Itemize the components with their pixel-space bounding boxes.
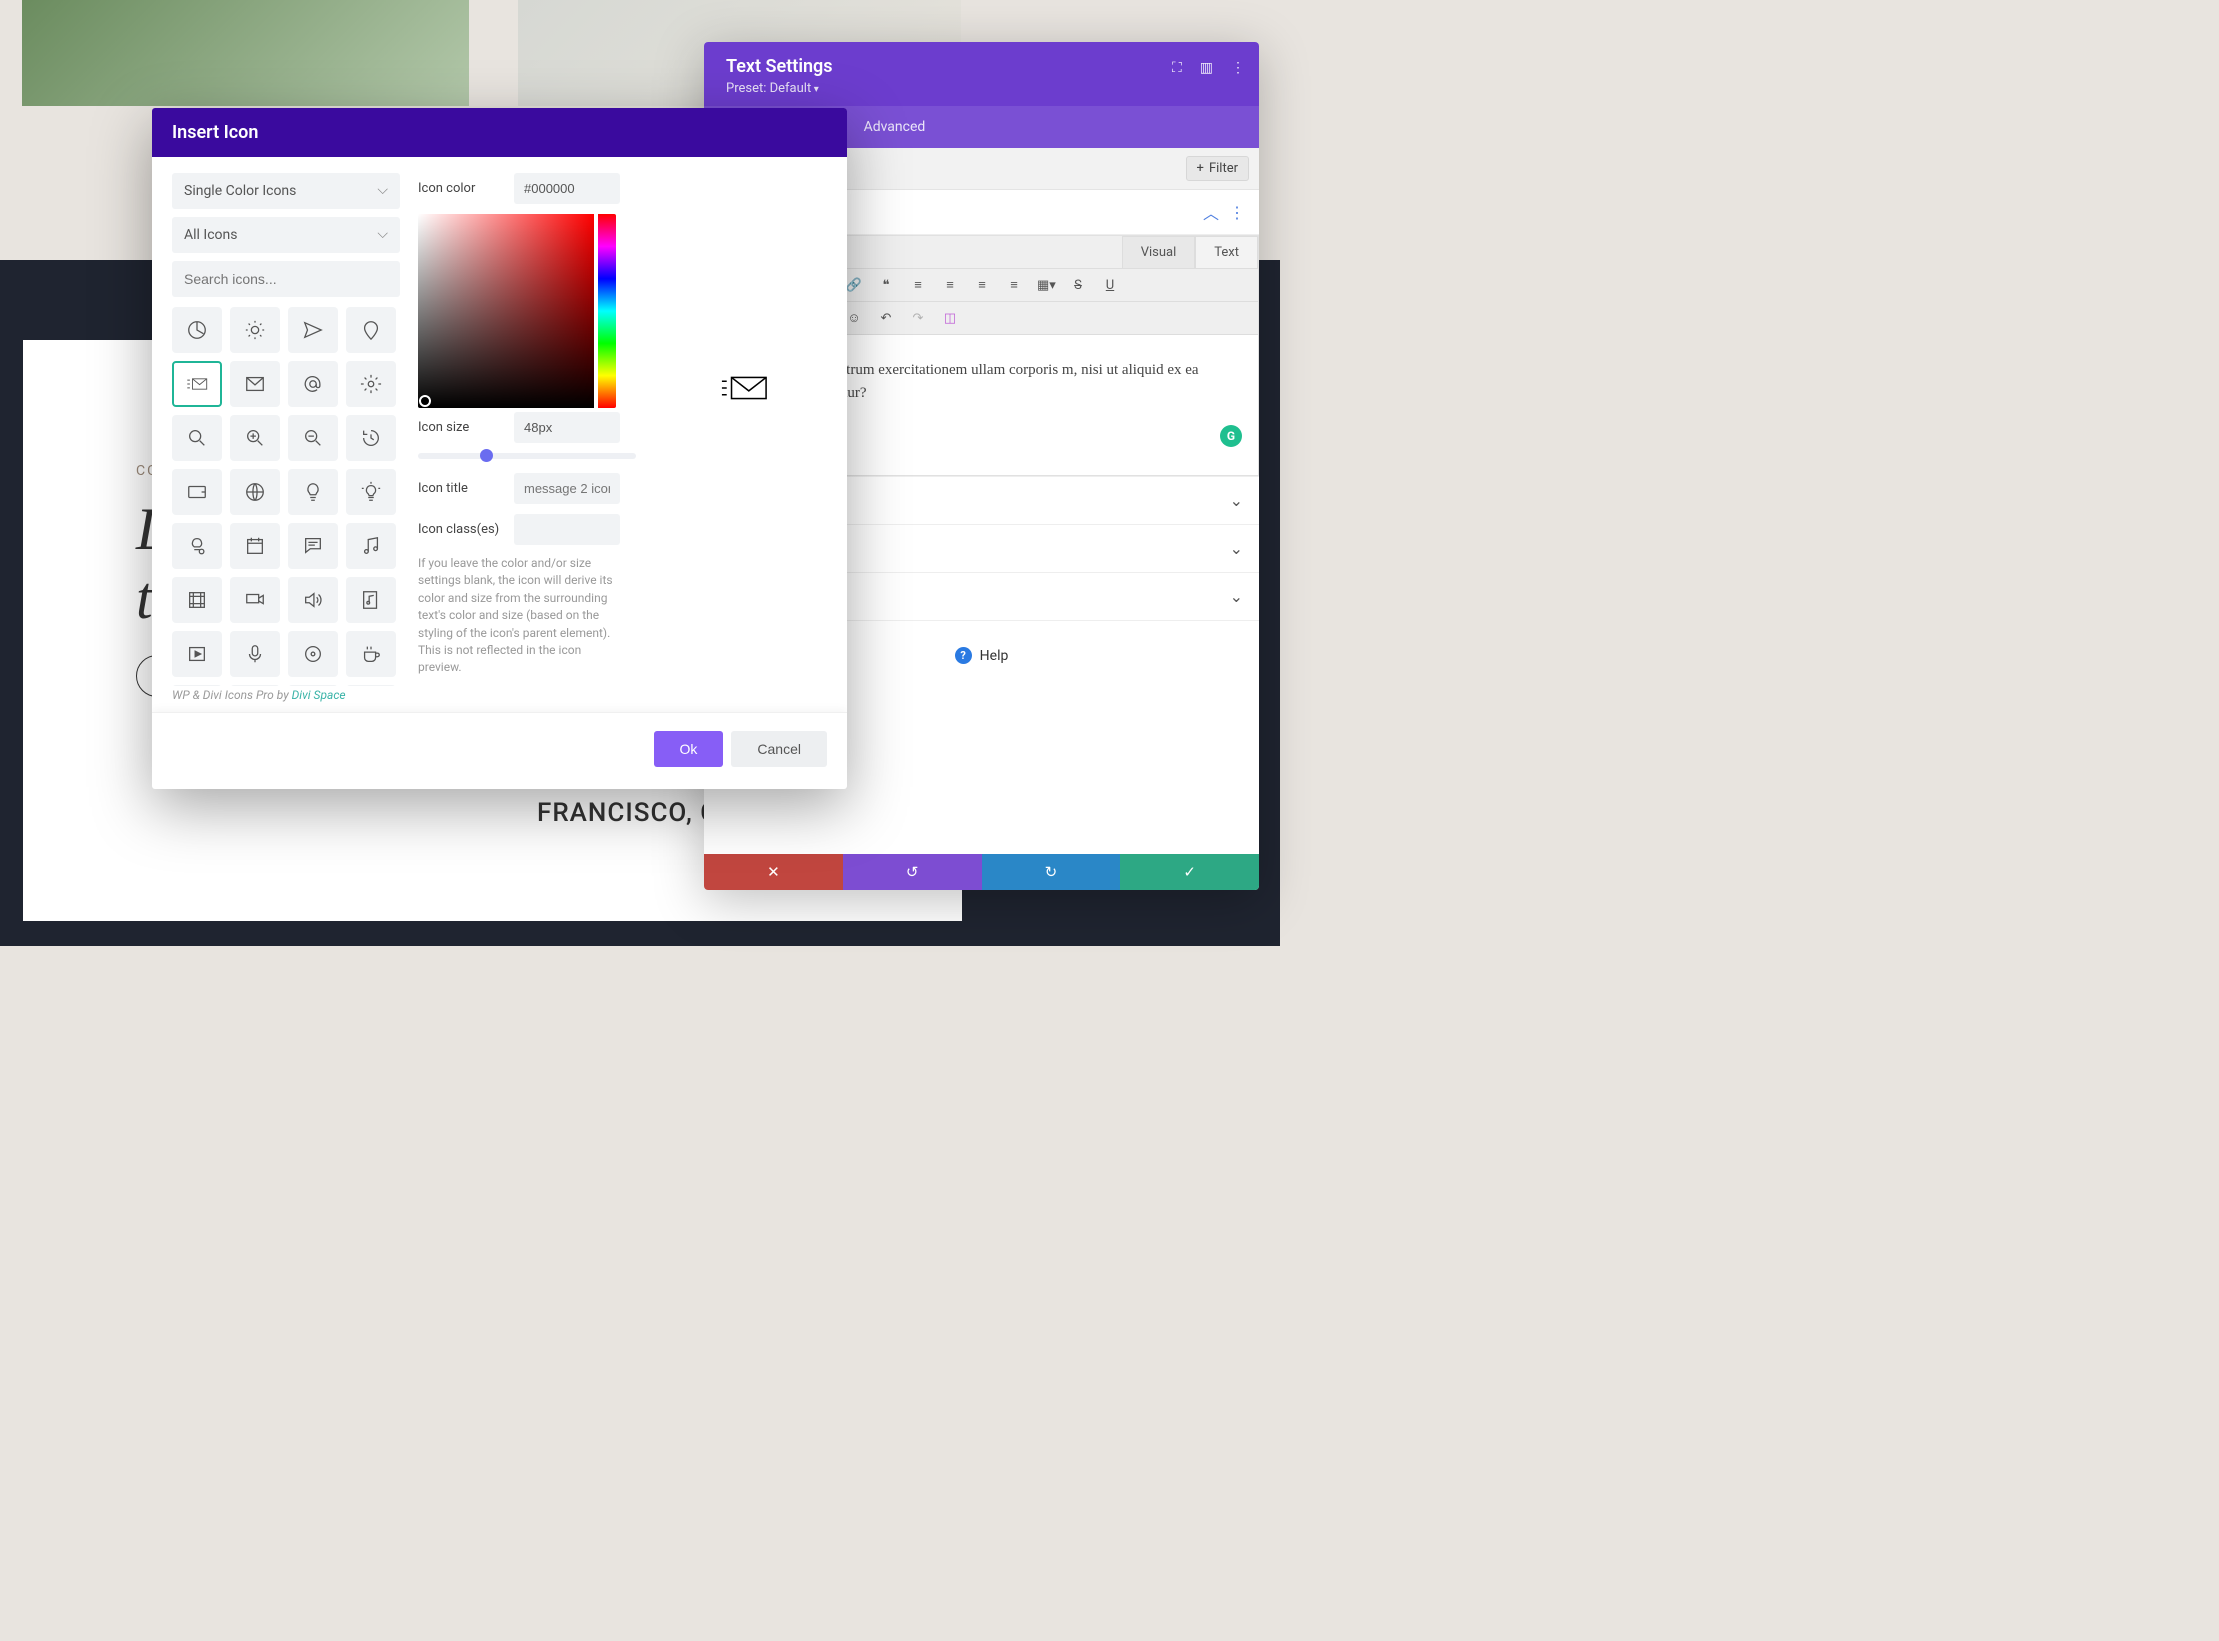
icon-size-slider[interactable]	[418, 453, 636, 459]
bg-image-left	[22, 0, 469, 106]
icon-pie-chart[interactable]	[172, 307, 222, 353]
columns-icon[interactable]: ▥	[1200, 60, 1213, 76]
icon-classes-label: Icon class(es)	[418, 522, 500, 537]
icon-location-pin[interactable]	[346, 307, 396, 353]
icon-title-label: Icon title	[418, 481, 500, 496]
icon-hint-text: If you leave the color and/or size setti…	[418, 555, 624, 677]
icon-wallet[interactable]	[172, 469, 222, 515]
icon-envelope[interactable]	[230, 361, 280, 407]
icon-globe[interactable]	[230, 469, 280, 515]
link-icon[interactable]: 🔗	[845, 278, 863, 293]
collapse-icon[interactable]: ︿	[1203, 200, 1219, 224]
icon-send[interactable]	[288, 307, 338, 353]
panel-preset-dropdown[interactable]: Preset: Default	[726, 81, 1237, 96]
dialog-left-column: Single Color Icons All Icons	[172, 173, 400, 686]
dialog-footer: Ok Cancel	[152, 712, 847, 789]
icon-size-input[interactable]	[514, 412, 620, 443]
align-justify-icon[interactable]: ≡	[1005, 277, 1023, 293]
redo-icon[interactable]: ↷	[909, 311, 927, 326]
icon-title-input[interactable]	[514, 473, 620, 504]
filter-button[interactable]: + Filter	[1186, 156, 1249, 181]
chevron-down-icon: ⌄	[1230, 491, 1243, 510]
icon-color-label: Icon color	[418, 181, 500, 196]
ok-button[interactable]: Ok	[654, 731, 724, 767]
color-picker[interactable]	[418, 214, 616, 408]
insert-icon-button[interactable]: ◫	[941, 311, 959, 326]
dialog-title: Insert Icon	[152, 108, 847, 157]
icon-lightbulb-gear[interactable]	[172, 523, 222, 569]
icon-chat[interactable]	[288, 523, 338, 569]
tab-advanced[interactable]: Advanced	[846, 106, 944, 148]
icon-zoom-in[interactable]	[230, 415, 280, 461]
editor-tab-visual[interactable]: Visual	[1122, 236, 1196, 268]
chevron-down-icon: ⌄	[1230, 539, 1243, 558]
credits-link[interactable]: Divi Space	[292, 688, 346, 702]
panel-footer: ✕ ↺ ↻ ✓	[704, 854, 1259, 890]
icon-classes-input[interactable]	[514, 514, 620, 545]
icon-play-video[interactable]	[172, 631, 222, 677]
cancel-button[interactable]: Cancel	[731, 731, 827, 767]
filter-label: Filter	[1209, 161, 1238, 176]
icon-message-lines[interactable]	[172, 361, 222, 407]
icon-camera-security[interactable]	[230, 577, 280, 623]
icon-volume[interactable]	[288, 577, 338, 623]
icon-history[interactable]	[346, 415, 396, 461]
grammarly-icon[interactable]: G	[1220, 425, 1242, 447]
icon-lightbulb[interactable]	[288, 469, 338, 515]
dialog-controls: Icon color Icon size Icon title Icon cla…	[418, 173, 636, 686]
underline-icon[interactable]: U	[1101, 278, 1119, 293]
help-icon: ?	[955, 647, 972, 664]
icon-color-input[interactable]	[514, 173, 620, 204]
quote-icon[interactable]: ❝	[877, 278, 895, 293]
editor-tab-text[interactable]: Text	[1195, 236, 1258, 268]
discard-button[interactable]: ✕	[704, 854, 843, 890]
icon-calendar[interactable]	[230, 523, 280, 569]
icon-zoom-out[interactable]	[288, 415, 338, 461]
expand-icon[interactable]: ⛶	[1172, 60, 1182, 76]
icon-preview	[660, 173, 827, 686]
align-right-icon[interactable]: ≡	[973, 277, 991, 293]
section-more-icon[interactable]: ⋮	[1229, 203, 1245, 222]
redo-button[interactable]: ↻	[982, 854, 1121, 890]
emoji-icon[interactable]: ☺	[845, 310, 863, 326]
icon-microphone[interactable]	[230, 631, 280, 677]
plus-icon: +	[1197, 161, 1204, 176]
icons-grid	[172, 307, 400, 686]
icon-search[interactable]	[172, 415, 222, 461]
help-label: Help	[980, 648, 1009, 664]
save-button[interactable]: ✓	[1120, 854, 1259, 890]
insert-icon-dialog: Insert Icon Single Color Icons All Icons	[152, 108, 847, 789]
icon-size-label: Icon size	[418, 420, 500, 435]
icon-type-select[interactable]: Single Color Icons	[172, 173, 400, 209]
search-input[interactable]	[172, 261, 400, 297]
icon-gear[interactable]	[346, 361, 396, 407]
icon-at-sign[interactable]	[288, 361, 338, 407]
undo-button[interactable]: ↺	[843, 854, 982, 890]
credits-text: WP & Divi Icons Pro by Divi Space	[152, 686, 847, 712]
more-icon[interactable]: ⋮	[1231, 60, 1245, 76]
icon-sun[interactable]	[230, 307, 280, 353]
icon-coffee[interactable]	[346, 631, 396, 677]
panel-header: Text Settings Preset: Default ⛶ ▥ ⋮	[704, 42, 1259, 106]
icon-disc[interactable]	[288, 631, 338, 677]
align-left-icon[interactable]: ≡	[909, 277, 927, 293]
icon-filter-select[interactable]: All Icons	[172, 217, 400, 253]
panel-title: Text Settings	[726, 56, 1237, 77]
icon-film[interactable]	[172, 577, 222, 623]
strikethrough-icon[interactable]: S	[1069, 278, 1087, 293]
table-icon[interactable]: ▦▾	[1037, 278, 1055, 293]
icon-music-file[interactable]	[346, 577, 396, 623]
align-center-icon[interactable]: ≡	[941, 277, 959, 293]
icon-lightbulb-on[interactable]	[346, 469, 396, 515]
chevron-down-icon: ⌄	[1230, 587, 1243, 606]
undo-icon[interactable]: ↶	[877, 311, 895, 326]
icon-music-note[interactable]	[346, 523, 396, 569]
